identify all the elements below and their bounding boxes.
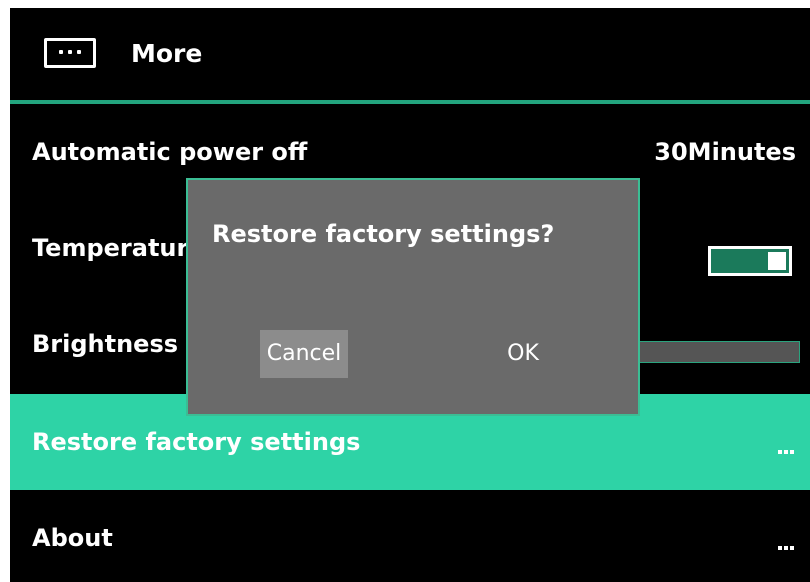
setting-label: Restore factory settings: [32, 428, 361, 456]
header: More: [10, 8, 810, 100]
more-icon: [778, 546, 794, 550]
settings-screen: More Automatic power off 30Minutes Tempe…: [10, 8, 810, 582]
ok-button[interactable]: OK: [488, 330, 558, 378]
setting-label: About: [32, 524, 113, 552]
setting-label: Automatic power off: [32, 138, 308, 166]
dots-glyph: [59, 50, 81, 54]
more-icon: [778, 450, 794, 454]
temperature-toggle[interactable]: [708, 246, 792, 276]
toggle-track: [711, 249, 789, 273]
setting-label: Temperature: [32, 234, 205, 262]
dialog-title: Restore factory settings?: [212, 220, 555, 248]
cancel-button[interactable]: Cancel: [260, 330, 348, 378]
page-title: More: [131, 39, 203, 68]
setting-label: Brightness: [32, 330, 179, 358]
more-icon[interactable]: [44, 38, 96, 68]
brightness-slider[interactable]: [630, 341, 800, 363]
setting-value: 30Minutes: [654, 138, 796, 166]
setting-about[interactable]: About: [10, 490, 810, 582]
toggle-knob: [768, 252, 786, 270]
restore-confirm-dialog: Restore factory settings? Cancel OK: [186, 178, 640, 416]
